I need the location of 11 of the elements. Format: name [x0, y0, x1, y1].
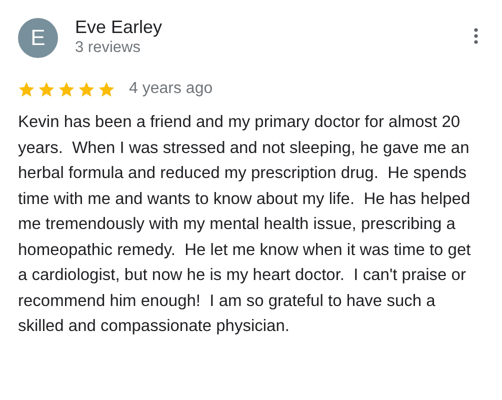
star-icon	[58, 80, 75, 98]
review-time: 4 years ago	[129, 80, 213, 98]
review-count: 3 reviews	[75, 38, 142, 58]
star-icon	[78, 80, 95, 98]
avatar: E	[18, 18, 58, 58]
reviewer-name[interactable]: Eve Earley	[75, 16, 474, 38]
star-icon	[38, 80, 55, 98]
review-text: Kevin has been a friend and my primary doctor for almost 20 years. When I was stressed and not sleeping, he gave me an herbal formula and reduced my prescription drug. He spends time with me and wants to know about my life. He has helped me tremendously with my mental health issue, prescribing a homeopathic remedy. He let me know when it was time to get a cardiologist, but now he is my heart doctor. I can't praise or recommend him enough! I am so grateful to have such a skilled and compassionate physician.	[18, 112, 472, 337]
star-icon	[18, 80, 35, 98]
more-options-icon[interactable]	[474, 28, 478, 44]
star-icon	[98, 80, 115, 98]
